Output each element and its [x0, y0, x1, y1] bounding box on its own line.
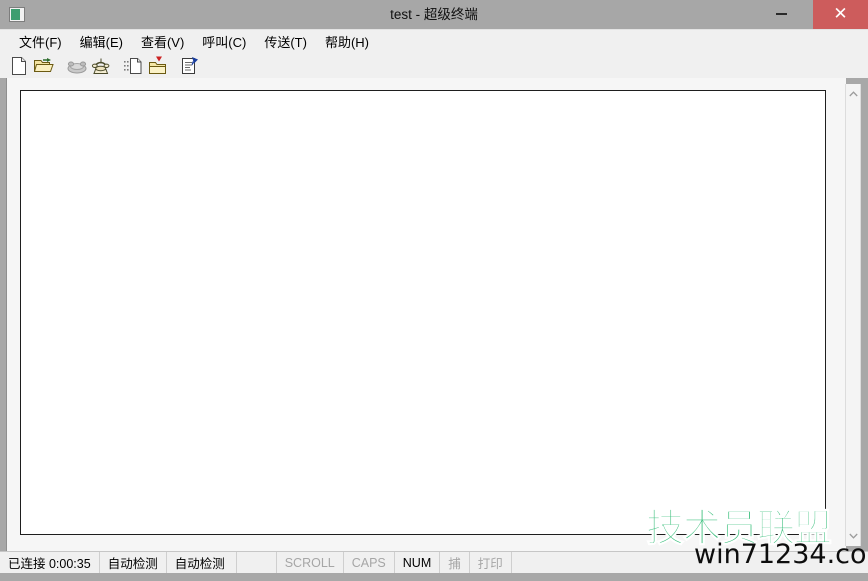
receive-file-button[interactable] — [146, 55, 169, 77]
menu-edit[interactable]: 编辑(E) — [71, 30, 132, 54]
vertical-scrollbar[interactable] — [845, 84, 861, 546]
tool-bar — [0, 53, 868, 78]
client-area — [0, 78, 868, 551]
new-connection-icon — [11, 56, 28, 75]
call-button[interactable] — [89, 55, 112, 77]
scroll-down-icon[interactable] — [846, 528, 860, 544]
window-chrome: 文件(F) 编辑(E) 查看(V) 呼叫(C) 传送(T) 帮助(H) — [0, 29, 868, 78]
menu-help[interactable]: 帮助(H) — [316, 30, 378, 54]
disconnect-button[interactable] — [65, 55, 88, 77]
status-bar: 已连接 0:00:35 自动检测 自动检测 SCROLL CAPS NUM 捕 … — [0, 551, 868, 573]
properties-button[interactable] — [179, 55, 202, 77]
scroll-up-icon[interactable] — [846, 86, 860, 102]
minimize-button[interactable] — [758, 0, 804, 27]
minimize-icon — [775, 12, 787, 15]
close-icon: ✕ — [833, 4, 848, 24]
receive-file-icon — [148, 56, 168, 76]
status-print: 打印 — [470, 552, 512, 573]
status-encoding: 自动检测 — [167, 552, 237, 573]
status-capture: 捕 — [440, 552, 470, 573]
terminal-icon — [9, 7, 25, 22]
title-bar[interactable]: test - 超级终端 ✕ — [0, 0, 868, 29]
new-connection-button[interactable] — [8, 55, 31, 77]
status-protocol: 自动检测 — [100, 552, 167, 573]
send-file-icon — [124, 57, 143, 75]
disconnect-phone-icon — [67, 58, 87, 74]
menu-transfer[interactable]: 传送(T) — [255, 30, 316, 54]
status-connection: 已连接 0:00:35 — [0, 552, 100, 573]
status-num: NUM — [395, 552, 441, 573]
window-title: test - 超级终端 — [390, 7, 478, 22]
window-bottom-edge — [0, 573, 868, 581]
terminal-output[interactable] — [20, 90, 826, 535]
close-button[interactable]: ✕ — [813, 0, 868, 29]
call-phone-icon — [91, 56, 110, 75]
open-folder-button[interactable] — [32, 55, 55, 77]
status-spacer — [237, 552, 277, 573]
status-scroll: SCROLL — [277, 552, 344, 573]
menu-bar: 文件(F) 编辑(E) 查看(V) 呼叫(C) 传送(T) 帮助(H) — [0, 30, 868, 53]
status-caps: CAPS — [344, 552, 395, 573]
terminal-panel — [6, 78, 861, 551]
menu-file[interactable]: 文件(F) — [10, 30, 71, 54]
menu-view[interactable]: 查看(V) — [132, 30, 193, 54]
open-folder-icon — [33, 57, 54, 75]
properties-icon — [181, 56, 200, 75]
menu-call[interactable]: 呼叫(C) — [193, 30, 255, 54]
hyperterminal-window: test - 超级终端 ✕ 文件(F) 编辑(E) 查看(V) 呼叫(C) 传送… — [0, 0, 868, 581]
send-file-button[interactable] — [122, 55, 145, 77]
